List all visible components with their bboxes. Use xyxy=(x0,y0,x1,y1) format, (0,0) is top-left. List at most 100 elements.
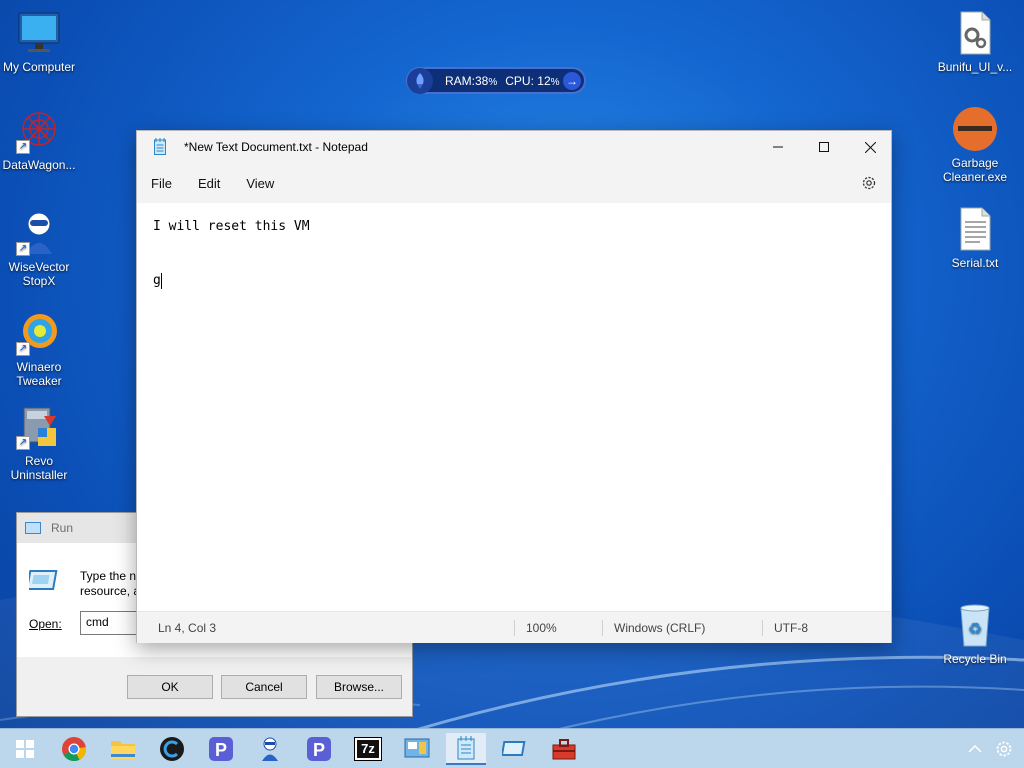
taskbar-file-explorer[interactable] xyxy=(103,733,143,765)
text-editor[interactable]: I will reset this VM g xyxy=(137,203,891,611)
datawagon-icon: ↗ xyxy=(16,108,62,154)
desktop-icon-label: Recycle Bin xyxy=(943,652,1007,666)
chevron-up-icon xyxy=(968,745,982,753)
status-divider xyxy=(762,620,763,636)
close-button[interactable] xyxy=(847,131,893,163)
winaero-icon: ↗ xyxy=(16,310,62,356)
notepad-title: *New Text Document.txt - Notepad xyxy=(184,140,368,154)
desktop-icon-wisevector[interactable]: ↗ WiseVector StopX xyxy=(0,210,78,288)
cancel-button[interactable]: Cancel xyxy=(221,675,307,699)
svg-text:P: P xyxy=(215,740,227,760)
minimize-button[interactable] xyxy=(755,131,801,163)
desktop-icon-label: Winaero Tweaker xyxy=(16,360,62,388)
desktop-icon-bunifu[interactable]: Bunifu_UI_v... xyxy=(936,10,1014,74)
shortcut-arrow-icon: ↗ xyxy=(16,436,30,450)
settings-gear-icon[interactable] xyxy=(861,175,877,191)
run-app-icon xyxy=(25,522,41,534)
taskbar-run[interactable] xyxy=(495,733,535,765)
run-description-line2: resource, a xyxy=(80,584,141,598)
desktop-icon-serial[interactable]: Serial.txt xyxy=(936,206,1014,270)
status-line-ending: Windows (CRLF) xyxy=(614,621,706,635)
shortcut-arrow-icon: ↗ xyxy=(16,140,30,154)
browse-button[interactable]: Browse... xyxy=(316,675,402,699)
arrow-right-icon[interactable]: → xyxy=(563,71,581,90)
run-title: Run xyxy=(51,521,74,535)
7zip-icon: 7z xyxy=(354,737,382,761)
menu-edit[interactable]: Edit xyxy=(185,176,233,191)
folder-icon xyxy=(111,741,135,759)
editor-line-1: I will reset this VM xyxy=(153,219,310,234)
desktop-icon-revo[interactable]: ↗ Revo Uninstaller xyxy=(0,404,78,482)
settings-file-icon xyxy=(952,10,998,56)
status-divider xyxy=(602,620,603,636)
recycle-bin-icon: ♻ xyxy=(952,602,998,648)
desktop-icon-label: Garbage Cleaner.exe xyxy=(942,156,1008,184)
minimize-icon xyxy=(773,146,783,148)
windows-logo-icon xyxy=(16,740,34,758)
tray-settings-button[interactable] xyxy=(984,733,1024,765)
notepad-icon xyxy=(457,736,475,760)
status-zoom: 100% xyxy=(526,621,557,635)
taskbar-app-p2[interactable]: P xyxy=(299,733,339,765)
desktop-icon-datawagon[interactable]: ↗ DataWagon... xyxy=(0,108,78,172)
monitor-icon xyxy=(16,10,62,56)
taskbar-wisevector[interactable] xyxy=(250,733,290,765)
taskbar-ccleaner[interactable] xyxy=(152,733,192,765)
ram-readout: RAM:38% xyxy=(445,73,498,88)
wisevector-icon: ↗ xyxy=(16,210,62,256)
resource-monitor-widget[interactable]: RAM:38% CPU: 12% → xyxy=(406,67,586,94)
svg-text:P: P xyxy=(313,740,325,760)
notepad-titlebar[interactable]: *New Text Document.txt - Notepad xyxy=(137,131,891,163)
status-bar: Ln 4, Col 3 100% Windows (CRLF) UTF-8 xyxy=(137,611,891,643)
notepad-menubar: File Edit View xyxy=(137,163,891,203)
text-cursor xyxy=(160,272,162,289)
shortcut-arrow-icon: ↗ xyxy=(16,242,30,256)
desktop-icon-recycle-bin[interactable]: ♻ Recycle Bin xyxy=(936,602,1014,666)
gear-icon xyxy=(996,741,1012,757)
menu-view[interactable]: View xyxy=(233,176,287,191)
maximize-icon xyxy=(819,142,829,152)
desktop-icon-winaero[interactable]: ↗ Winaero Tweaker xyxy=(0,310,78,388)
revo-icon: ↗ xyxy=(16,404,62,450)
desktop-icon-label: My Computer xyxy=(2,60,76,74)
run-open-label: Open: xyxy=(29,617,62,631)
status-position: Ln 4, Col 3 xyxy=(158,621,217,635)
taskbar: P P 7z xyxy=(0,728,1024,768)
text-file-icon xyxy=(952,206,998,252)
status-encoding: UTF-8 xyxy=(774,621,808,635)
svg-text:♻: ♻ xyxy=(968,619,982,638)
p-app-icon: P xyxy=(307,737,331,761)
notepad-app-icon xyxy=(154,138,166,155)
desktop-icon-my-computer[interactable]: My Computer xyxy=(0,10,78,74)
run-program-icon xyxy=(25,567,61,595)
notepad-window: *New Text Document.txt - Notepad File Ed… xyxy=(136,130,892,643)
menu-file[interactable]: File xyxy=(137,176,185,191)
taskbar-7zip[interactable]: 7z xyxy=(348,733,388,765)
desktop-icon-garbage-cleaner[interactable]: Garbage Cleaner.exe xyxy=(936,106,1014,184)
desktop-icon-label: Bunifu_UI_v... xyxy=(937,60,1013,74)
run-description-line1: Type the na xyxy=(80,569,143,583)
editor-line-4: g xyxy=(153,272,162,289)
toolbox-icon xyxy=(552,739,576,760)
taskbar-chrome[interactable] xyxy=(54,733,94,765)
wisevector-icon xyxy=(262,737,278,761)
taskbar-notepad[interactable] xyxy=(446,733,486,765)
cpu-readout: CPU: 12% xyxy=(505,73,560,88)
start-button[interactable] xyxy=(5,733,45,765)
p-app-icon: P xyxy=(209,737,233,761)
close-icon xyxy=(864,141,876,153)
shortcut-arrow-icon: ↗ xyxy=(16,342,30,356)
ok-button[interactable]: OK xyxy=(127,675,213,699)
rocket-icon xyxy=(407,67,433,94)
desktop-icon-label: WiseVector StopX xyxy=(8,260,70,288)
run-icon xyxy=(502,741,526,756)
desktop-icon-label: Revo Uninstaller xyxy=(10,454,68,482)
status-divider xyxy=(514,620,515,636)
taskbar-toolbox[interactable] xyxy=(544,733,584,765)
taskbar-control-panel[interactable] xyxy=(397,733,437,765)
taskbar-app-p1[interactable]: P xyxy=(201,733,241,765)
garbage-cleaner-icon xyxy=(952,106,998,152)
maximize-button[interactable] xyxy=(801,131,847,163)
control-panel-icon xyxy=(404,738,430,758)
desktop-icon-label: Serial.txt xyxy=(951,256,999,270)
